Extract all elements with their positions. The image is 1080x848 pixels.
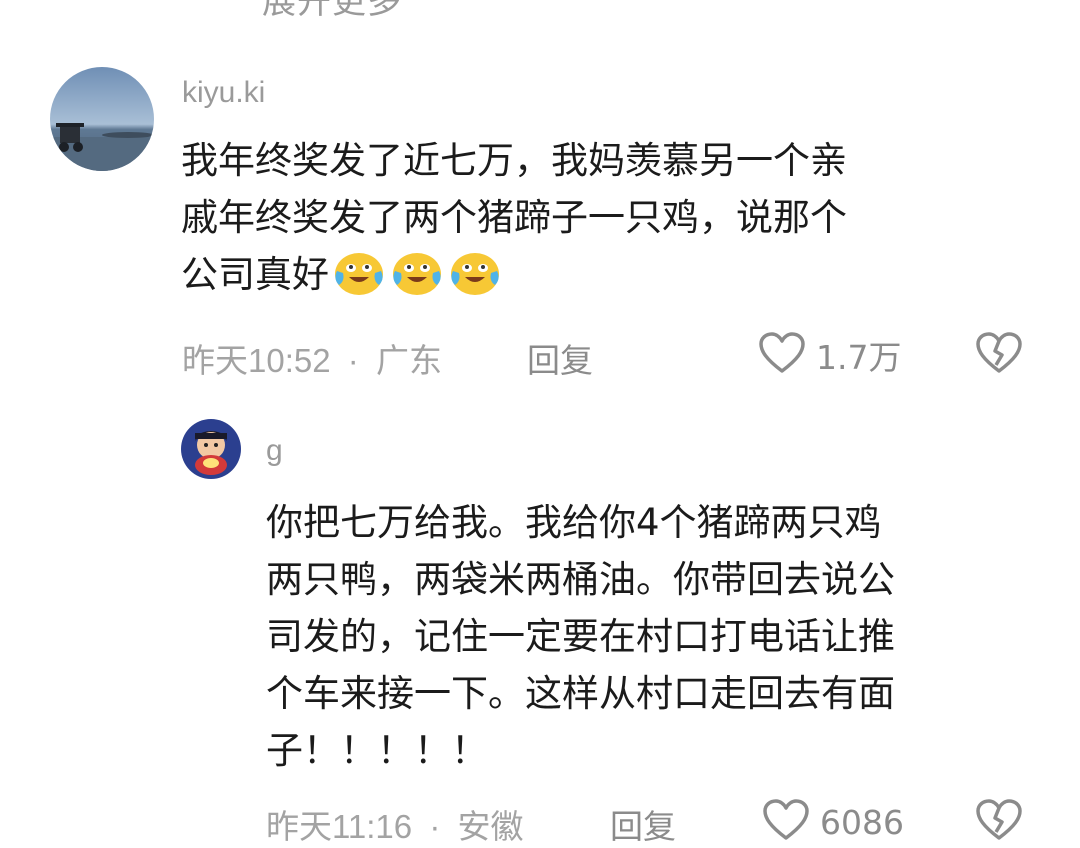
crying-laughing-emoji: [331, 247, 387, 313]
dislike-button[interactable]: [975, 798, 1023, 846]
comment-body: 我年终奖发了近七万，我妈羡慕另一个亲 戚年终奖发了两个猪蹄子一只鸡，说那个 公司…: [181, 132, 847, 313]
crying-laughing-emoji: [447, 247, 503, 313]
broken-heart-icon: [975, 799, 1023, 846]
comment-time: 昨天10:52: [182, 342, 331, 379]
heart-outline-icon: [758, 331, 806, 379]
comment-line: 个车来接一下。这样从村口走回去有面: [266, 672, 895, 715]
username[interactable]: g: [266, 434, 283, 468]
expand-more-partial-text[interactable]: 展开更多: [262, 0, 402, 23]
like-count: 1.7万: [816, 338, 902, 377]
comment-meta: 昨天11:16 · 安徽: [266, 800, 523, 848]
broken-heart-icon: [975, 332, 1023, 379]
heart-outline-icon: [762, 798, 810, 846]
comment-location: 安徽: [457, 808, 524, 845]
avatar-beach-photo: [50, 67, 154, 171]
comment-line: 你把七万给我。我给你4个猪蹄两只鸡: [266, 501, 882, 544]
avatar[interactable]: [50, 67, 154, 171]
username[interactable]: kiyu.ki: [182, 76, 265, 110]
reply-button[interactable]: 回复: [527, 334, 593, 382]
avatar-anime-character: [181, 419, 241, 479]
like-button[interactable]: 6086: [762, 798, 904, 846]
comment-body: 你把七万给我。我给你4个猪蹄两只鸡 两只鸭，两袋米两桶油。你带回去说公 司发的，…: [266, 494, 895, 779]
comment-line-text: 公司真好: [181, 253, 329, 296]
comment-time: 昨天11:16: [266, 808, 413, 845]
avatar[interactable]: [181, 419, 241, 479]
like-count: 6086: [820, 802, 904, 842]
comment-line: 子！！！！！: [266, 729, 488, 772]
comment-meta: 昨天10:52 · 广东: [182, 334, 442, 382]
comment-line: 戚年终奖发了两个猪蹄子一只鸡，说那个: [181, 196, 847, 239]
comment-location: 广东: [375, 342, 442, 379]
comment-line-with-emojis: 公司真好: [181, 246, 847, 313]
comment-line: 两只鸭，两袋米两桶油。你带回去说公: [266, 558, 895, 601]
reply-button[interactable]: 回复: [610, 800, 676, 848]
meta-separator: ·: [429, 808, 441, 845]
crying-laughing-emoji: [389, 247, 445, 313]
dislike-button[interactable]: [975, 331, 1023, 379]
comment-line: 司发的，记住一定要在村口打电话让推: [266, 615, 895, 658]
like-button[interactable]: 1.7万: [758, 331, 901, 379]
meta-separator: ·: [347, 342, 359, 379]
comment-line: 我年终奖发了近七万，我妈羡慕另一个亲: [181, 139, 847, 182]
